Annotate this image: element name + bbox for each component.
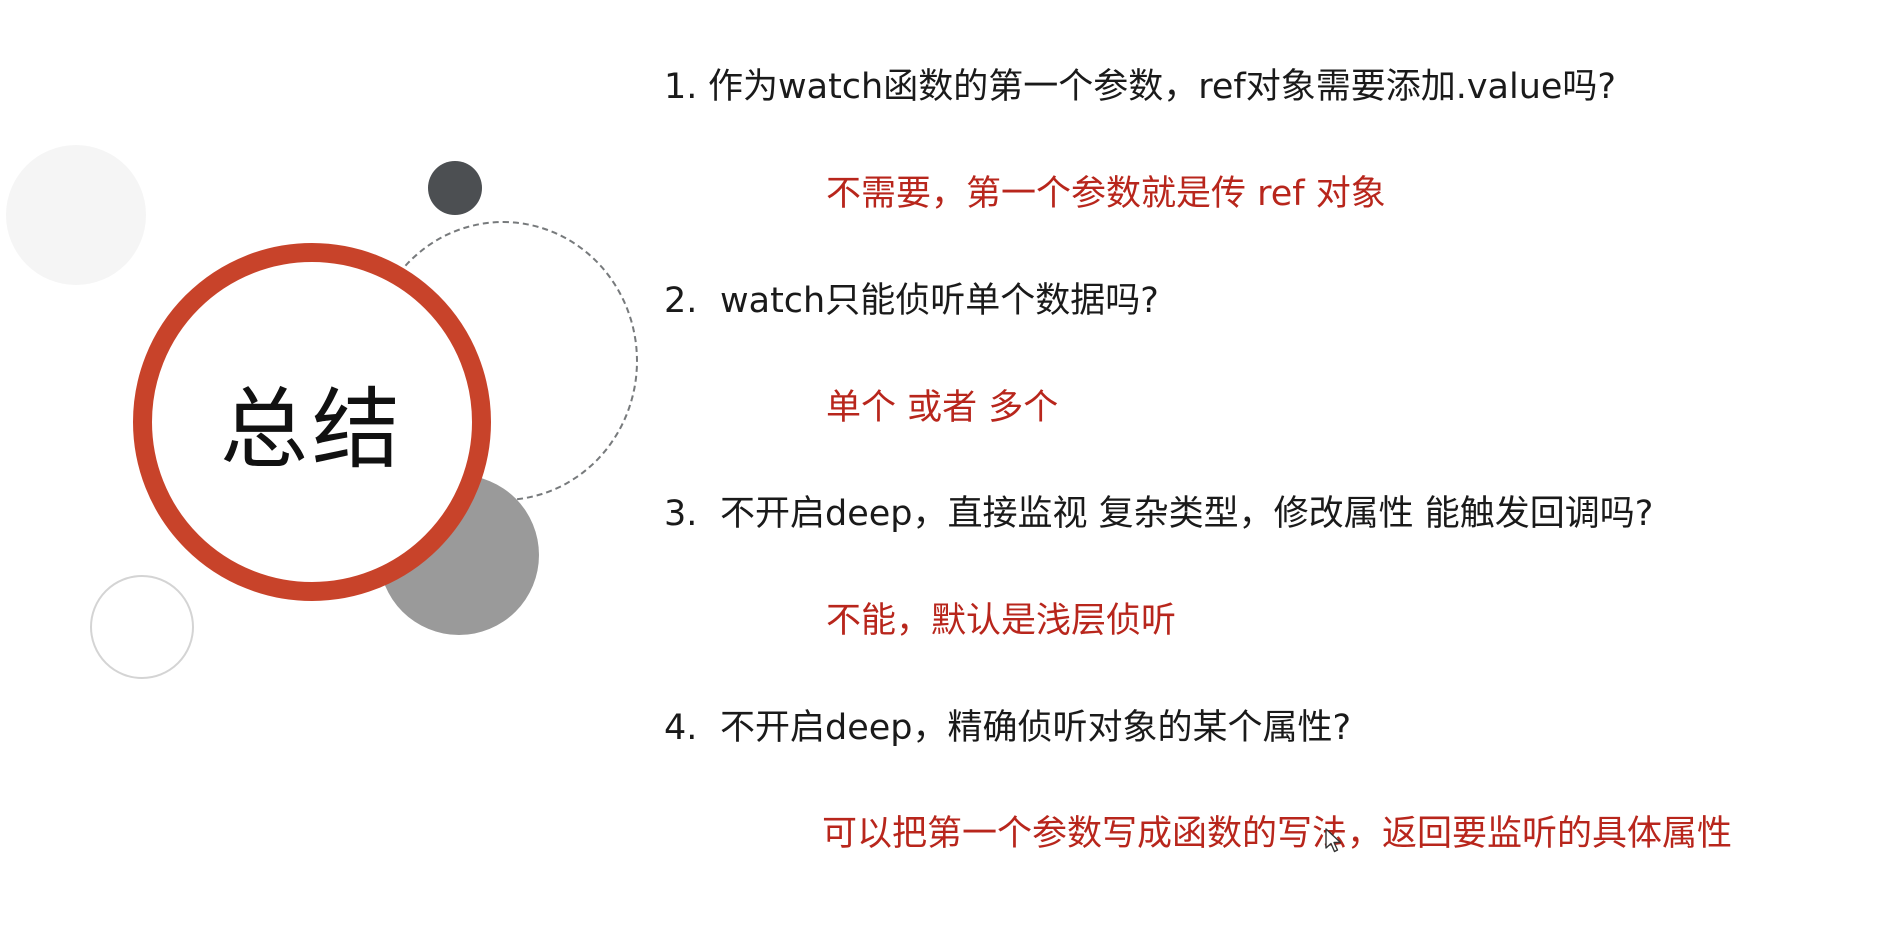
decor-circle-outline bbox=[90, 575, 194, 679]
question-number: 4. bbox=[664, 708, 698, 748]
question-3: 3. 不开启deep，直接监视 复杂类型，修改属性 能触发回调吗? bbox=[664, 493, 1653, 535]
question-number: 1. bbox=[664, 67, 698, 107]
page-title: 总结 bbox=[219, 377, 404, 481]
question-text: 不开启deep，直接监视 复杂类型，修改属性 能触发回调吗? bbox=[720, 494, 1654, 534]
question-text: 作为watch函数的第一个参数，ref对象需要添加.value吗? bbox=[708, 67, 1617, 107]
answer-3: 不能，默认是浅层侦听 bbox=[826, 601, 1177, 641]
answer-2: 单个 或者 多个 bbox=[826, 388, 1059, 428]
question-number: 3. bbox=[664, 494, 698, 534]
question-2: 2. watch只能侦听单个数据吗? bbox=[664, 280, 1159, 322]
title-circle: 总结 bbox=[133, 243, 491, 601]
question-number: 2. bbox=[664, 281, 698, 321]
question-1: 1. 作为watch函数的第一个参数，ref对象需要添加.value吗? bbox=[664, 66, 1616, 108]
decor-circle-dark bbox=[428, 161, 482, 215]
decor-circle-light bbox=[6, 145, 146, 285]
answer-1: 不需要，第一个参数就是传 ref 对象 bbox=[826, 174, 1386, 214]
question-text: watch只能侦听单个数据吗? bbox=[720, 281, 1159, 321]
question-text: 不开启deep，精确侦听对象的某个属性? bbox=[720, 708, 1352, 748]
answer-4: 可以把第一个参数写成函数的写法，返回要监听的具体属性 bbox=[822, 814, 1733, 854]
question-4: 4. 不开启deep，精确侦听对象的某个属性? bbox=[664, 707, 1351, 749]
